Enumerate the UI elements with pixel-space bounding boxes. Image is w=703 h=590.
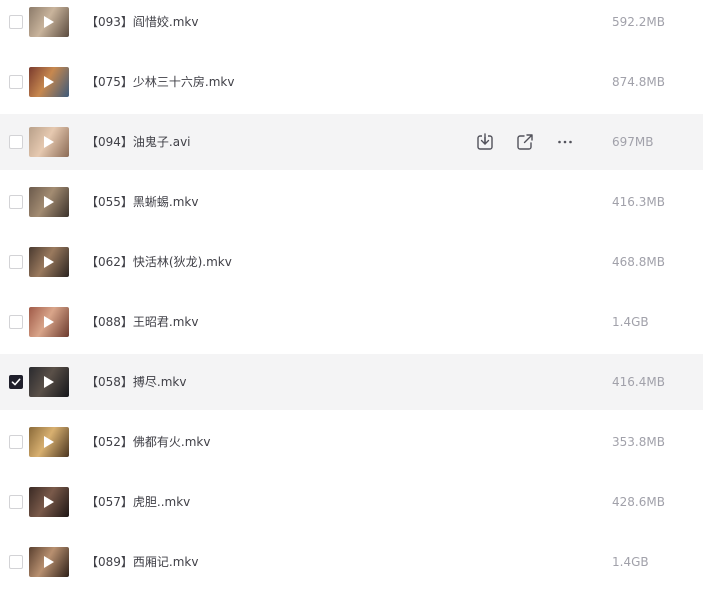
- video-thumbnail[interactable]: [29, 127, 69, 157]
- file-size: 1.4GB: [612, 315, 649, 329]
- select-checkbox[interactable]: [9, 255, 23, 269]
- file-size: 468.8MB: [612, 255, 665, 269]
- select-checkbox[interactable]: [9, 555, 23, 569]
- file-name[interactable]: 【093】阎惜姣.mkv: [86, 13, 198, 31]
- file-size: 874.8MB: [612, 75, 665, 89]
- row-actions: [470, 130, 582, 154]
- video-thumbnail[interactable]: [29, 367, 69, 397]
- select-checkbox[interactable]: [9, 75, 23, 89]
- play-icon: [44, 196, 54, 208]
- file-size: 416.4MB: [612, 375, 665, 389]
- file-row[interactable]: 【093】阎惜姣.mkv 592.2MB: [0, 0, 703, 50]
- play-icon: [44, 136, 54, 148]
- file-list: 【093】阎惜姣.mkv 592.2MB 【075】少林三十六房.mkv 874.8M…: [0, 0, 703, 586]
- video-thumbnail[interactable]: [29, 547, 69, 577]
- check-icon: [11, 378, 21, 386]
- play-icon: [44, 256, 54, 268]
- play-icon: [44, 496, 54, 508]
- play-icon: [44, 436, 54, 448]
- video-thumbnail[interactable]: [29, 427, 69, 457]
- file-size: 428.6MB: [612, 495, 665, 509]
- more-icon[interactable]: [555, 132, 575, 152]
- select-checkbox[interactable]: [9, 495, 23, 509]
- select-checkbox[interactable]: [9, 315, 23, 329]
- video-thumbnail[interactable]: [29, 247, 69, 277]
- select-checkbox[interactable]: [9, 435, 23, 449]
- file-name[interactable]: 【055】黑蜥蜴.mkv: [86, 193, 198, 211]
- play-icon: [44, 376, 54, 388]
- video-thumbnail[interactable]: [29, 307, 69, 337]
- file-name[interactable]: 【089】西厢记.mkv: [86, 553, 198, 571]
- file-name[interactable]: 【088】王昭君.mkv: [86, 313, 198, 331]
- file-row[interactable]: 【062】快活林(狄龙).mkv 468.8MB: [0, 234, 703, 290]
- select-checkbox[interactable]: [9, 135, 23, 149]
- video-thumbnail[interactable]: [29, 7, 69, 37]
- file-size: 697MB: [612, 135, 654, 149]
- file-size: 592.2MB: [612, 15, 665, 29]
- file-name[interactable]: 【057】虎胆..mkv: [86, 493, 190, 511]
- file-name[interactable]: 【052】佛都有火.mkv: [86, 433, 210, 451]
- file-row[interactable]: 【057】虎胆..mkv 428.6MB: [0, 474, 703, 530]
- file-size: 1.4GB: [612, 555, 649, 569]
- file-row[interactable]: 【089】西厢记.mkv 1.4GB: [0, 534, 703, 590]
- select-checkbox[interactable]: [9, 195, 23, 209]
- download-icon[interactable]: [475, 132, 495, 152]
- play-icon: [44, 556, 54, 568]
- file-size: 353.8MB: [612, 435, 665, 449]
- select-checkbox[interactable]: [9, 375, 23, 389]
- select-checkbox[interactable]: [9, 15, 23, 29]
- file-row[interactable]: 【094】油鬼子.avi 697MB: [0, 114, 703, 170]
- file-name[interactable]: 【094】油鬼子.avi: [86, 133, 191, 151]
- play-icon: [44, 316, 54, 328]
- file-size: 416.3MB: [612, 195, 665, 209]
- file-name[interactable]: 【058】搏尽.mkv: [86, 373, 186, 391]
- play-icon: [44, 16, 54, 28]
- file-row[interactable]: 【088】王昭君.mkv 1.4GB: [0, 294, 703, 350]
- file-name[interactable]: 【062】快活林(狄龙).mkv: [86, 253, 232, 271]
- file-row[interactable]: 【058】搏尽.mkv 416.4MB: [0, 354, 703, 410]
- play-icon: [44, 76, 54, 88]
- file-name[interactable]: 【075】少林三十六房.mkv: [86, 73, 234, 91]
- video-thumbnail[interactable]: [29, 67, 69, 97]
- video-thumbnail[interactable]: [29, 487, 69, 517]
- file-row[interactable]: 【075】少林三十六房.mkv 874.8MB: [0, 54, 703, 110]
- video-thumbnail[interactable]: [29, 187, 69, 217]
- file-row[interactable]: 【052】佛都有火.mkv 353.8MB: [0, 414, 703, 470]
- file-row[interactable]: 【055】黑蜥蜴.mkv 416.3MB: [0, 174, 703, 230]
- share-icon[interactable]: [515, 132, 535, 152]
